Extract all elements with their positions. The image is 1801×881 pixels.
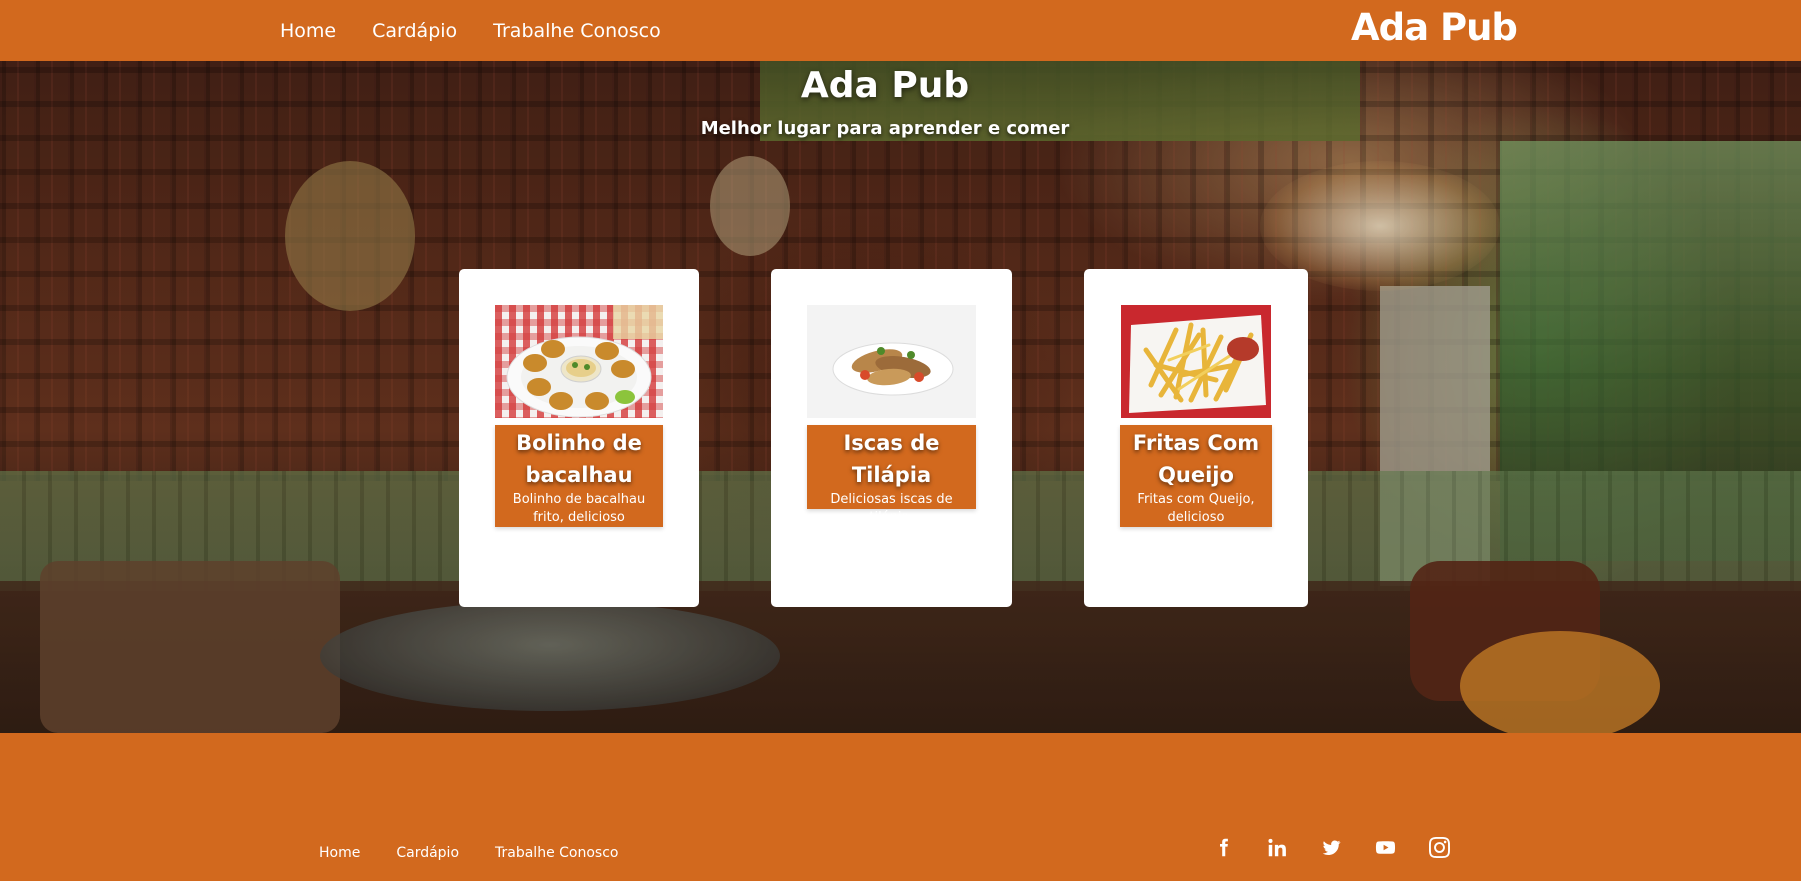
menu-card-info: Bolinho de bacalhau Bolinho de bacalhau … xyxy=(495,425,663,527)
nav-link-home[interactable]: Home xyxy=(280,20,336,42)
tilapia-strips-photo xyxy=(807,305,976,418)
menu-card-description: Fritas com Queijo, delicioso xyxy=(1137,492,1255,525)
menu-card-info: Fritas Com Queijo Fritas com Queijo, del… xyxy=(1120,425,1272,527)
brand-logo-text[interactable]: Ada Pub xyxy=(1351,6,1518,49)
footer-link-home[interactable]: Home xyxy=(319,845,360,861)
facebook-icon[interactable] xyxy=(1212,836,1235,859)
menu-card-title: Iscas de Tilápia xyxy=(843,431,940,487)
cheese-fries-photo xyxy=(1121,305,1271,418)
menu-card-title: Bolinho de bacalhau xyxy=(516,431,642,487)
menu-card: Iscas de Tilápia Deliciosas iscas de til… xyxy=(771,269,1012,607)
menu-card-description: Bolinho de bacalhau frito, delicioso xyxy=(512,492,646,525)
footer: Home Cardápio Trabalhe Conosco xyxy=(0,733,1801,881)
menu-card: Bolinho de bacalhau Bolinho de bacalhau … xyxy=(459,269,699,607)
nav-link-trabalhe-conosco[interactable]: Trabalhe Conosco xyxy=(493,20,661,42)
nav-link-cardapio[interactable]: Cardápio xyxy=(372,20,457,42)
social-links xyxy=(1212,836,1451,859)
main-nav: Home Cardápio Trabalhe Conosco xyxy=(280,0,661,61)
linkedin-icon[interactable] xyxy=(1266,836,1289,859)
menu-card-description: Deliciosas iscas de tilápia. xyxy=(830,492,953,525)
codfish-fritters-photo xyxy=(495,305,663,418)
youtube-icon[interactable] xyxy=(1374,836,1397,859)
footer-link-cardapio[interactable]: Cardápio xyxy=(396,845,459,861)
navbar: Home Cardápio Trabalhe Conosco Ada Pub xyxy=(0,0,1801,61)
menu-card-info: Iscas de Tilápia Deliciosas iscas de til… xyxy=(807,425,976,525)
menu-card: Fritas Com Queijo Fritas com Queijo, del… xyxy=(1084,269,1308,607)
instagram-icon[interactable] xyxy=(1428,836,1451,859)
twitter-icon[interactable] xyxy=(1320,836,1343,859)
footer-link-trabalhe-conosco[interactable]: Trabalhe Conosco xyxy=(495,845,618,861)
menu-card-title: Fritas Com Queijo xyxy=(1132,431,1260,487)
hero-title: Ada Pub xyxy=(800,65,970,106)
hero-subtitle: Melhor lugar para aprender e comer xyxy=(700,118,1070,139)
hero-section: Ada Pub Melhor lugar para aprender e com… xyxy=(0,61,1801,733)
footer-nav: Home Cardápio Trabalhe Conosco xyxy=(319,845,618,861)
